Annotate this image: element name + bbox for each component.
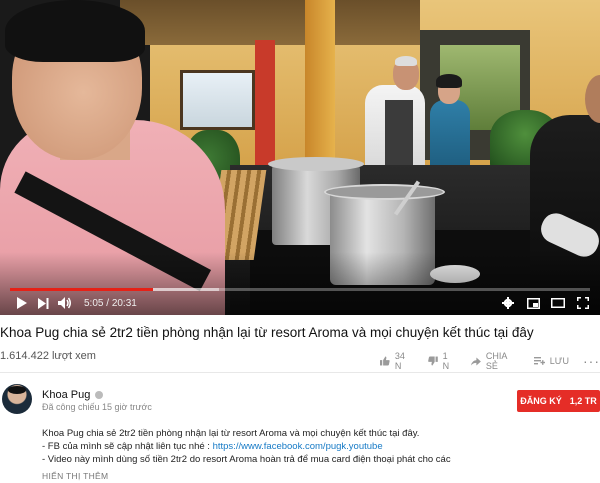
publish-date: Đã công chiếu 15 giờ trước [42, 402, 152, 412]
show-more-button[interactable]: HIỂN THỊ THÊM [42, 471, 108, 481]
like-count: 34 N [394, 351, 405, 371]
progress-bar[interactable] [10, 288, 590, 291]
thumbs-up-icon [380, 356, 390, 366]
divider [0, 372, 600, 373]
dislike-count: 1 N [442, 351, 450, 371]
verified-icon [95, 391, 104, 399]
channel-name-row: Khoa Pug [42, 389, 104, 401]
channel-name[interactable]: Khoa Pug [42, 389, 90, 401]
duration: 20:31 [111, 297, 137, 309]
description-line: - FB của mình sẽ cập nhật liên tục nhé :… [42, 440, 451, 453]
miniplayer-icon[interactable] [522, 294, 544, 312]
current-time: 5:05 [84, 297, 104, 309]
video-description: Khoa Pug chia sẻ 2tr2 tiền phòng nhận lạ… [42, 427, 451, 466]
share-button[interactable]: CHIA SẺ [471, 351, 518, 371]
description-line: Khoa Pug chia sẻ 2tr2 tiền phòng nhận lạ… [42, 428, 420, 439]
subscriber-count: 1,2 TR [569, 396, 597, 406]
subscribe-button[interactable]: ĐĂNG KÝ 1,2 TR [517, 390, 600, 412]
playlist-add-icon [533, 356, 545, 365]
share-label: CHIA SẺ [485, 351, 507, 371]
more-icon[interactable]: ··· [583, 353, 600, 369]
progress-played [10, 288, 153, 291]
fullscreen-icon[interactable] [572, 294, 594, 312]
dislike-button[interactable]: 1 N [427, 351, 455, 371]
volume-icon[interactable] [54, 294, 76, 312]
video-actions: 34 N 1 N CHIA SẺ LƯU ··· [380, 351, 600, 371]
save-button[interactable]: LƯU [533, 356, 569, 366]
view-count: 1.614.422 lượt xem [0, 350, 96, 362]
thumbs-down-icon [427, 356, 438, 366]
facebook-link[interactable]: https://www.facebook.com/pugk.youtube [213, 441, 383, 452]
gear-icon[interactable] [497, 294, 519, 312]
video-title: Khoa Pug chia sẻ 2tr2 tiền phòng nhận lạ… [0, 325, 534, 340]
video-frame [0, 0, 600, 315]
description-line: - Video này mình dùng số tiền 2tr2 do re… [42, 454, 451, 465]
description-text: - FB của mình sẽ cập nhật liên tục nhé : [42, 441, 213, 452]
video-player[interactable]: 5:05 / 20:31 [0, 0, 600, 315]
save-label: LƯU [549, 356, 569, 366]
avatar[interactable] [2, 384, 32, 414]
subscribe-label: ĐĂNG KÝ [520, 396, 562, 406]
player-controls: 5:05 / 20:31 [0, 293, 600, 313]
share-icon [471, 356, 481, 366]
theater-icon[interactable] [547, 294, 569, 312]
play-icon[interactable] [10, 294, 32, 312]
next-icon[interactable] [32, 294, 54, 312]
time-display: 5:05 / 20:31 [84, 298, 137, 309]
like-button[interactable]: 34 N [380, 351, 412, 371]
